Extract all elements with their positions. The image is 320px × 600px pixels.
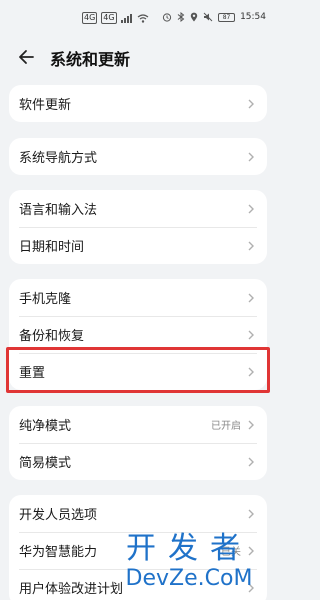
settings-item-label: 备份和恢复 [19,329,85,344]
settings-item-label: 纯净模式 [19,419,72,434]
chevron-right-icon [248,241,254,250]
back-arrow-icon[interactable] [14,44,40,70]
signal-icon: 4G [101,12,117,24]
settings-group-backup: 手机克隆 备份和恢复 重置 [9,279,267,390]
chevron-right-icon [248,293,254,302]
settings-item-label: 重置 [19,366,46,381]
status-bar: 4G 4G 87 15:54 [0,0,276,34]
signal-icon: 4G [82,12,98,24]
settings-item-developer-options[interactable]: 开发人员选项 [9,495,267,532]
watermark-cn: 开发者 [126,531,252,566]
settings-item-label: 语言和输入法 [19,203,98,218]
settings-group-navigation: 系统导航方式 [9,138,267,175]
settings-group-update: 软件更新 [9,85,267,122]
status-time: 15:54 [240,12,266,22]
watermark-en: DevZe.CoM [125,566,253,591]
chevron-right-icon [248,420,254,429]
alarm-icon [162,13,172,22]
chevron-right-icon [248,99,254,108]
wifi-icon [137,13,148,23]
settings-item-reset[interactable]: 重置 [9,353,267,390]
settings-item-simple-mode[interactable]: 简易模式 [9,443,267,480]
location-icon [190,12,198,22]
status-bar-right: 87 15:54 [162,12,266,22]
settings-group-modes: 纯净模式 已开启 简易模式 [9,406,267,480]
chevron-right-icon [248,152,254,161]
settings-item-system-navigation[interactable]: 系统导航方式 [9,138,267,175]
chevron-right-icon [248,330,254,339]
bluetooth-icon [177,12,185,22]
settings-item-label: 开发人员选项 [19,508,98,523]
settings-item-label: 手机克隆 [19,292,72,307]
settings-item-label: 简易模式 [19,456,72,471]
settings-item-pure-mode[interactable]: 纯净模式 已开启 [9,406,267,443]
chevron-right-icon [248,367,254,376]
page-title: 系统和更新 [50,50,131,69]
status-bar-left: 4G 4G [82,12,149,24]
cellular-bars-icon [120,13,132,23]
settings-item-label: 日期和时间 [19,240,85,255]
settings-item-label: 系统导航方式 [19,151,98,166]
mute-icon [203,12,213,22]
chevron-right-icon [248,457,254,466]
settings-item-backup-restore[interactable]: 备份和恢复 [9,316,267,353]
chevron-right-icon [248,204,254,213]
settings-item-language-input[interactable]: 语言和输入法 [9,190,267,227]
settings-group-language-time: 语言和输入法 日期和时间 [9,190,267,264]
settings-item-phone-clone[interactable]: 手机克隆 [9,279,267,316]
settings-item-value: 已开启 [211,421,241,432]
settings-item-software-update[interactable]: 软件更新 [9,85,267,122]
settings-item-label: 软件更新 [19,98,72,113]
chevron-right-icon [248,509,254,518]
header: 系统和更新 [0,34,276,80]
settings-item-date-time[interactable]: 日期和时间 [9,227,267,264]
battery-icon: 87 [218,12,236,22]
watermark: 开发者 DevZe.CoM [108,532,270,592]
